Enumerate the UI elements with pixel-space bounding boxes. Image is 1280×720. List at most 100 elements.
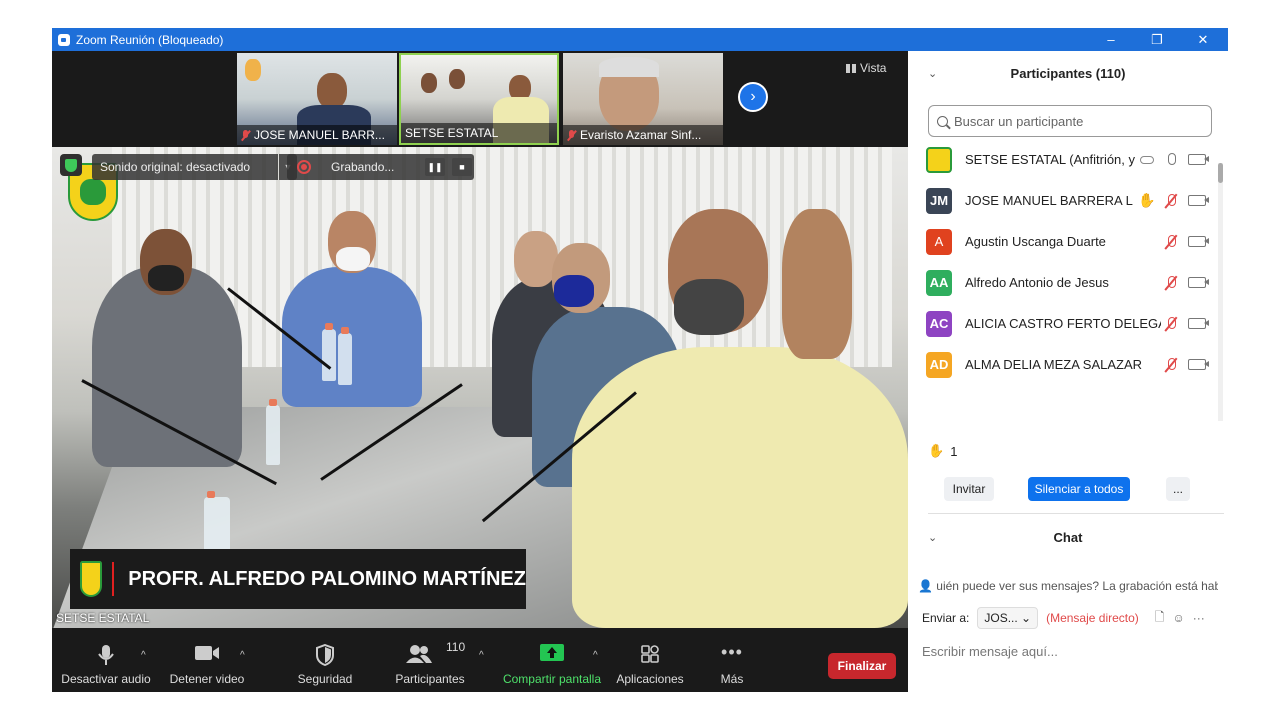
face-mask [336,247,370,271]
mic-muted-icon[interactable] [1164,193,1178,209]
thumbnail-strip: JOSE MANUEL BARR... SETSE ESTATAL Evaris… [52,51,908,147]
recipient-dropdown[interactable]: JOS... ⌄ [977,607,1039,629]
restore-button[interactable]: ❐ [1134,28,1180,51]
invite-button[interactable]: Invitar [944,477,994,501]
chat-title: Chat [1053,529,1083,545]
apps-icon [641,645,659,663]
video-camera-icon [195,646,219,660]
window-title: Zoom Reunión (Bloqueado) [76,32,224,47]
camera-icon[interactable] [1188,359,1209,370]
thumbnail-name: Evaristo Azamar Sinf... [563,125,723,145]
video-options-chevron-icon[interactable]: ^ [240,650,245,661]
participant-row[interactable]: AD ALMA DELIA MEZA SALAZAR [908,344,1220,385]
participant-row[interactable]: AA Alfredo Antonio de Jesus [908,262,1220,303]
setse-logo [80,561,103,597]
participant-row[interactable]: AC ALICIA CASTRO FERTO DELEGAC... [908,303,1220,344]
collapse-chevron-icon[interactable]: ⌄ [928,67,937,80]
security-button[interactable]: Seguridad [290,628,360,692]
close-button[interactable]: ✕ [1180,28,1226,51]
microphone-icon[interactable] [1164,152,1178,168]
water-bottle [322,323,336,381]
thumbnail-video-active[interactable]: SETSE ESTATAL [399,53,559,145]
active-speaker-video: Sonido original: desactivado ▼ Grabando.… [52,147,908,628]
avatar: A [926,228,952,255]
encryption-shield-icon[interactable] [60,154,82,176]
share-screen-button[interactable]: Compartir pantalla [500,628,604,692]
mute-all-button[interactable]: Silenciar a todos [1028,477,1130,501]
participants-button[interactable]: 110 Participantes [392,628,468,692]
audio-options-chevron-icon[interactable]: ^ [141,650,146,661]
thumbnail-name: JOSE MANUEL BARR... [237,125,397,145]
zoom-logo-icon [58,33,70,46]
end-meeting-button[interactable]: Finalizar [828,653,896,679]
camera-icon[interactable] [1188,195,1209,206]
panel-divider [928,513,1224,514]
record-icon [297,160,311,174]
more-options-button[interactable]: ... [1166,477,1190,501]
avatar: AC [926,310,952,337]
participant-name: Agustin Uscanga Duarte [965,234,1106,249]
next-page-button[interactable]: › [738,82,768,112]
mic-muted-icon[interactable] [1164,316,1178,332]
participant-search-input[interactable]: Buscar un participante [928,105,1212,137]
avatar: AD [926,351,952,378]
collapse-chevron-icon[interactable]: ⌄ [928,531,937,544]
thumbnail-video[interactable]: JOSE MANUEL BARR... [237,53,397,145]
thumbnail-video[interactable]: Evaristo Azamar Sinf... [563,53,723,145]
mute-audio-button[interactable]: Desactivar audio [58,628,154,692]
shield-icon [316,644,334,666]
mic-muted-icon[interactable] [1164,357,1178,373]
banner-text: PROFR. ALFREDO PALOMINO MARTÍNEZ [128,567,526,590]
scrollbar-thumb[interactable] [1218,163,1223,183]
apps-button[interactable]: Aplicaciones [614,628,686,692]
speaker-name-banner: PROFR. ALFREDO PALOMINO MARTÍNEZ [70,549,526,609]
attendee [282,267,422,407]
face-mask [148,265,184,291]
participant-name: ALMA DELIA MEZA SALAZAR [965,357,1143,372]
camera-icon[interactable] [1188,318,1209,329]
grid-icon [846,63,856,73]
stop-recording-button[interactable]: ■ [452,158,472,176]
participant-scrollbar[interactable] [1218,163,1223,421]
share-options-chevron-icon[interactable]: ^ [593,650,598,661]
camera-icon[interactable] [1188,236,1209,247]
more-button[interactable]: ••• Más [708,628,756,692]
more-dots-icon: ••• [721,642,743,662]
original-sound-toggle[interactable]: Sonido original: desactivado [92,154,278,180]
people-icon: 👤 [918,579,933,593]
minimize-button[interactable]: – [1088,28,1134,51]
file-icon[interactable]: 🗋 [1155,608,1165,629]
participant-name: Alfredo Antonio de Jesus [965,275,1109,290]
banner-divider [112,562,115,596]
avatar [926,146,952,173]
pause-recording-button[interactable]: ❚❚ [425,158,445,176]
participant-name: JOSE MANUEL BARRERA L... [965,193,1133,208]
view-button[interactable]: Vista [846,61,886,75]
chat-header: ⌄ Chat [908,517,1228,557]
stop-video-button[interactable]: Detener video [164,628,250,692]
participant-list: SETSE ESTATAL (Anfitrión, yo) JM JOSE MA… [908,139,1220,399]
mic-muted-icon [567,129,576,141]
participant-row[interactable]: SETSE ESTATAL (Anfitrión, yo) [908,139,1220,180]
participants-options-chevron-icon[interactable]: ^ [479,650,484,661]
speaker-tile-name: SETSE ESTATAL [56,611,150,625]
participants-count: 110 [446,640,466,654]
participant-row[interactable]: JM JOSE MANUEL BARRERA L... ✋ [908,180,1220,221]
more-dots-icon[interactable]: ··· [1193,611,1205,625]
participants-panel: ⌄ Participantes (110) Buscar un particip… [908,51,1228,692]
participant-row[interactable]: A Agustin Uscanga Duarte [908,221,1220,262]
microphone-icon [98,645,114,665]
emoji-icon[interactable]: ☺ [1172,611,1184,625]
mic-muted-icon[interactable] [1164,275,1178,291]
search-placeholder: Buscar un participante [954,113,1084,129]
camera-icon[interactable] [1188,277,1209,288]
camera-icon[interactable] [1188,154,1209,165]
send-to-row: Enviar a: JOS... ⌄ (Mensaje directo) 🗋 ☺… [922,606,1205,630]
attendee [92,267,242,467]
cloud-icon [1140,155,1154,164]
participants-icon [406,645,433,663]
mic-muted-icon[interactable] [1164,234,1178,250]
chat-message-input[interactable] [922,639,1212,663]
chat-privacy-notice[interactable]: 👤 uién puede ver sus mensajes? La grabac… [918,579,1218,593]
avatar: AA [926,269,952,296]
